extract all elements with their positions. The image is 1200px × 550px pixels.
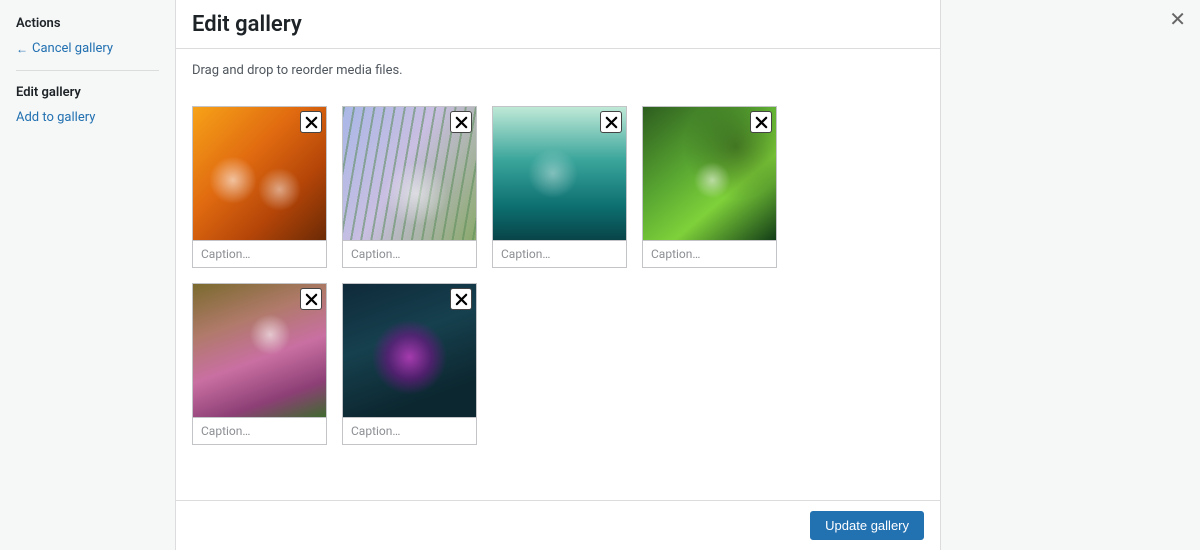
main-area: Edit gallery Drag and drop to reorder me… [176, 0, 1200, 550]
gallery-item[interactable] [492, 106, 627, 268]
x-icon [455, 116, 468, 129]
add-to-gallery-link[interactable]: Add to gallery [16, 110, 159, 125]
content-header: Edit gallery [176, 0, 940, 49]
gallery-thumbnail [192, 106, 327, 241]
actions-heading: Actions [16, 16, 159, 31]
remove-item-button[interactable] [750, 111, 772, 133]
edit-gallery-modal: ✕ Actions ← Cancel gallery Edit gallery … [0, 0, 1200, 550]
caption-input[interactable] [342, 241, 477, 268]
remove-item-button[interactable] [600, 111, 622, 133]
modal-body: Actions ← Cancel gallery Edit gallery Ad… [0, 0, 1200, 550]
remove-item-button[interactable] [300, 111, 322, 133]
x-icon [305, 116, 318, 129]
x-icon [755, 116, 768, 129]
caption-input[interactable] [192, 241, 327, 268]
edit-gallery-heading: Edit gallery [16, 85, 159, 100]
content-column: Edit gallery Drag and drop to reorder me… [176, 0, 940, 550]
caption-input[interactable] [642, 241, 777, 268]
gallery-thumbnail [642, 106, 777, 241]
caption-input[interactable] [342, 418, 477, 445]
remove-item-button[interactable] [450, 111, 472, 133]
cancel-gallery-link[interactable]: ← Cancel gallery [16, 41, 159, 56]
modal-footer: Update gallery [176, 500, 940, 550]
sidebar: Actions ← Cancel gallery Edit gallery Ad… [0, 0, 176, 550]
x-icon [455, 293, 468, 306]
gallery-item[interactable] [342, 283, 477, 445]
sidebar-divider [16, 70, 159, 71]
update-gallery-button[interactable]: Update gallery [810, 511, 924, 540]
caption-input[interactable] [192, 418, 327, 445]
remove-item-button[interactable] [300, 288, 322, 310]
gallery-item[interactable] [642, 106, 777, 268]
add-to-gallery-label: Add to gallery [16, 110, 95, 125]
gallery-thumbnail [342, 106, 477, 241]
x-icon [605, 116, 618, 129]
close-icon: ✕ [1169, 9, 1186, 31]
instructions-text: Drag and drop to reorder media files. [192, 63, 924, 78]
page-title: Edit gallery [192, 12, 924, 38]
gallery-item[interactable] [342, 106, 477, 268]
details-panel [940, 0, 1200, 550]
gallery-thumbnail [492, 106, 627, 241]
caption-input[interactable] [492, 241, 627, 268]
cancel-gallery-label: Cancel gallery [32, 41, 113, 56]
gallery-item[interactable] [192, 106, 327, 268]
remove-item-button[interactable] [450, 288, 472, 310]
x-icon [305, 293, 318, 306]
gallery-thumbnail [192, 283, 327, 418]
gallery-item[interactable] [192, 283, 327, 445]
gallery-grid [192, 106, 924, 445]
gallery-thumbnail [342, 283, 477, 418]
content-body: Drag and drop to reorder media files. [176, 49, 940, 500]
arrow-left-icon: ← [16, 42, 28, 56]
close-button[interactable]: ✕ [1169, 10, 1186, 30]
